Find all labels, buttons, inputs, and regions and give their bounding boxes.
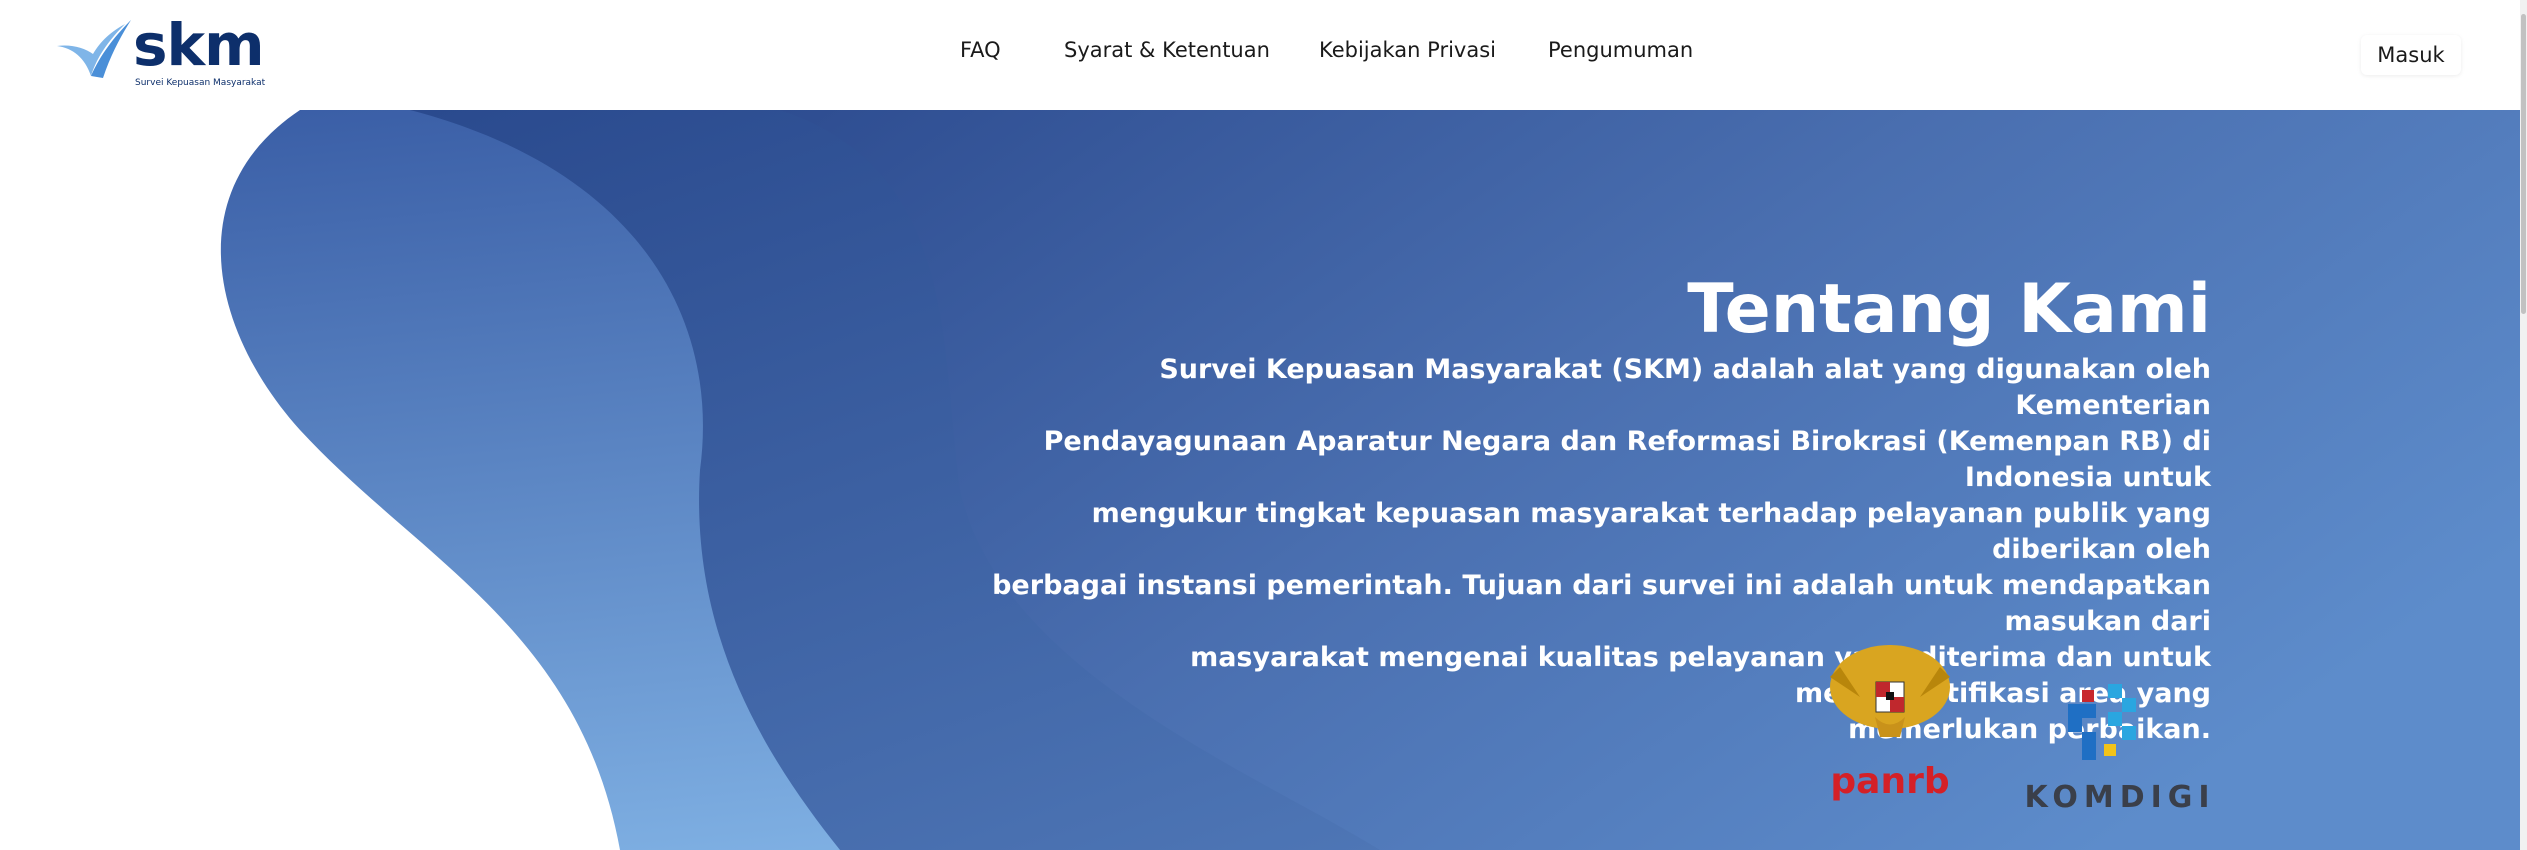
- komdigi-pixel-mark-icon: [2068, 684, 2136, 760]
- scrollbar-thumb[interactable]: [2521, 14, 2526, 314]
- about-line-4: berbagai instansi pemerintah. Tujuan dar…: [992, 570, 2211, 637]
- logo-wordmark: skm: [133, 11, 265, 79]
- panrb-logo: panrb: [1820, 637, 1960, 837]
- top-navbar: skm Survei Kepuasan Masyarakat FAQ Syara…: [0, 0, 2520, 110]
- about-line-3: mengukur tingkat kepuasan masyarakat ter…: [1091, 498, 2211, 565]
- nav-announcements[interactable]: Pengumuman: [1548, 38, 1693, 62]
- komdigi-logo: KOMDIGI: [2020, 670, 2220, 820]
- komdigi-wordmark: KOMDIGI: [2024, 780, 2216, 815]
- bird-logo-icon: [57, 20, 131, 78]
- page-scrollbar[interactable]: [2520, 0, 2527, 850]
- skm-logo[interactable]: skm Survei Kepuasan Masyarakat: [55, 11, 266, 96]
- nav-privacy-policy[interactable]: Kebijakan Privasi: [1319, 38, 1496, 62]
- about-line-1: Survei Kepuasan Masyarakat (SKM) adalah …: [1159, 354, 2211, 421]
- about-line-2: Pendayagunaan Aparatur Negara dan Reform…: [1043, 426, 2211, 493]
- about-title: Tentang Kami: [1687, 270, 2211, 349]
- logo-subtitle: Survei Kepuasan Masyarakat: [135, 78, 266, 88]
- nav-terms[interactable]: Syarat & Ketentuan: [1064, 38, 1270, 62]
- panrb-wordmark: panrb: [1830, 761, 1950, 802]
- garuda-emblem-icon: [1830, 645, 1950, 737]
- login-button[interactable]: Masuk: [2361, 35, 2461, 75]
- about-hero-section: Tentang Kami Survei Kepuasan Masyarakat …: [0, 110, 2520, 850]
- nav-faq[interactable]: FAQ: [960, 38, 1001, 62]
